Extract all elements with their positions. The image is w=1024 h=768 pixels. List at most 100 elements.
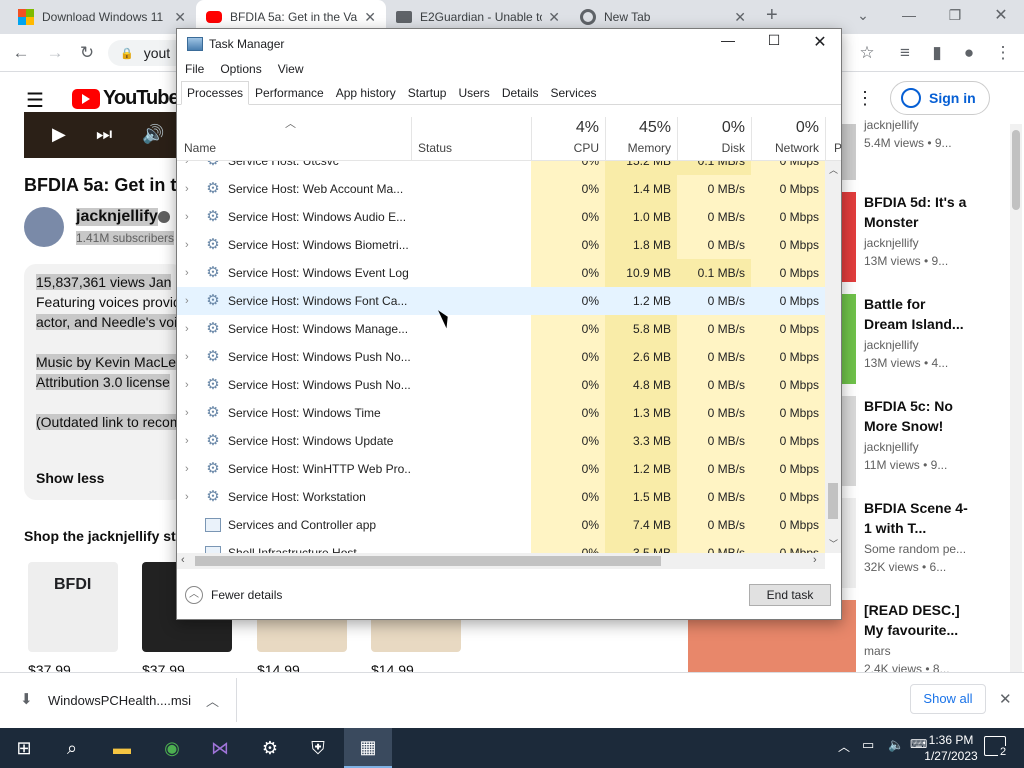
expand-chevron-icon[interactable]: › bbox=[185, 287, 189, 315]
expand-chevron-icon[interactable]: › bbox=[185, 259, 189, 287]
table-row[interactable]: › ⚙ Service Host: Windows Push No... 0% … bbox=[177, 371, 825, 399]
close-icon[interactable]: ✕ bbox=[734, 9, 746, 26]
close-icon[interactable]: ✕ bbox=[364, 9, 376, 26]
file-explorer-icon[interactable]: ▬ bbox=[98, 728, 146, 768]
sidebar-video[interactable]: BFDIA Scene 4- 1 with T... Some random p… bbox=[864, 498, 1024, 576]
merch-item[interactable]: BFDI bbox=[28, 562, 118, 652]
expand-chevron-icon[interactable]: › bbox=[185, 175, 189, 203]
scroll-thumb[interactable] bbox=[828, 483, 838, 519]
tab-performance[interactable]: Performance bbox=[249, 81, 330, 105]
end-task-button[interactable]: End task bbox=[749, 584, 831, 606]
close-icon[interactable]: ✕ bbox=[548, 9, 560, 26]
table-row[interactable]: › ⚙ Service Host: Windows Font Ca... 0% … bbox=[177, 287, 825, 315]
page-scrollbar[interactable] bbox=[1010, 124, 1022, 672]
expand-chevron-icon[interactable]: › bbox=[185, 483, 189, 511]
expand-chevron-icon[interactable]: › bbox=[185, 455, 189, 483]
video-thumbnail[interactable] bbox=[840, 498, 856, 588]
hidden-icons-chevron-icon[interactable]: ︿ bbox=[838, 738, 850, 755]
expand-chevron-icon[interactable]: › bbox=[185, 315, 189, 343]
next-icon[interactable]: ⏭ bbox=[96, 124, 112, 145]
column-name[interactable]: Name bbox=[177, 117, 411, 161]
close-window-icon[interactable]: ✕ bbox=[978, 0, 1024, 30]
settings-gear-icon[interactable]: ⚙ bbox=[246, 728, 294, 768]
search-icon[interactable]: ⌕ bbox=[48, 728, 96, 768]
task-manager-window[interactable]: Task Manager — ☐ ✕ File Options View Pro… bbox=[176, 28, 842, 620]
tab-search-chevron-icon[interactable]: ⌄ bbox=[840, 0, 886, 30]
sidebar-video[interactable]: jacknjellify 5.4M views • 9... bbox=[864, 114, 1024, 152]
sign-in-button[interactable]: Sign in bbox=[890, 81, 990, 115]
more-options-icon[interactable]: ⋮ bbox=[856, 88, 874, 109]
close-icon[interactable]: ✕ bbox=[174, 9, 186, 26]
download-filename[interactable]: WindowsPCHealth....msi bbox=[48, 693, 191, 708]
security-shield-icon[interactable]: ⛨ bbox=[294, 728, 342, 768]
table-row[interactable]: › ⚙ Service Host: Windows Manage... 0% 5… bbox=[177, 315, 825, 343]
task-manager-taskbar-icon[interactable]: ▦ bbox=[344, 728, 392, 768]
column-network[interactable]: 0% Network bbox=[751, 117, 825, 161]
horizontal-scrollbar[interactable]: ‹ › bbox=[177, 553, 825, 569]
maximize-icon[interactable]: ☐ bbox=[759, 32, 789, 49]
play-icon[interactable]: ▶ bbox=[52, 124, 66, 145]
menu-view[interactable]: View bbox=[270, 59, 312, 79]
table-row[interactable]: Shell Infrastructure Host 0% 3.5 MB 0 MB… bbox=[177, 539, 825, 553]
chrome-icon[interactable]: ◉ bbox=[148, 728, 196, 768]
expand-chevron-icon[interactable]: › bbox=[185, 427, 189, 455]
close-icon[interactable]: ✕ bbox=[999, 690, 1012, 708]
expand-chevron-icon[interactable]: › bbox=[185, 399, 189, 427]
tab-services[interactable]: Services bbox=[545, 81, 603, 105]
scroll-left-arrow-icon[interactable]: ‹ bbox=[181, 554, 185, 566]
sidebar-video[interactable]: [READ DESC.] My favourite... mars 2.4K v… bbox=[864, 600, 1024, 672]
reload-icon[interactable]: ↻ bbox=[74, 40, 100, 66]
back-arrow-icon[interactable]: ← bbox=[8, 40, 34, 66]
start-windows-icon[interactable]: ⊞ bbox=[0, 728, 48, 768]
table-row[interactable]: › ⚙ Service Host: WinHTTP Web Pro... 0% … bbox=[177, 455, 825, 483]
close-icon[interactable]: ✕ bbox=[805, 32, 835, 52]
fewer-details-link[interactable]: Fewer details bbox=[211, 588, 282, 602]
minimize-icon[interactable]: — bbox=[713, 32, 743, 48]
video-player-controls[interactable]: ▶ ⏭ 🔊 bbox=[24, 112, 184, 158]
youtube-logo[interactable]: YouTube bbox=[72, 87, 180, 110]
side-panel-icon[interactable]: ▮ bbox=[924, 40, 950, 66]
video-thumbnail[interactable] bbox=[840, 396, 856, 486]
hamburger-menu-icon[interactable]: ☰ bbox=[26, 88, 44, 113]
scroll-thumb[interactable] bbox=[1012, 130, 1020, 210]
clock-time[interactable]: 1:36 PM bbox=[922, 733, 980, 747]
table-row[interactable]: › ⚙ Service Host: Windows Update 0% 3.3 … bbox=[177, 427, 825, 455]
sidebar-video[interactable]: Battle for Dream Island... jacknjellify … bbox=[864, 294, 1024, 372]
chrome-menu-icon[interactable]: ⋮ bbox=[990, 40, 1016, 66]
column-power[interactable]: P bbox=[825, 117, 842, 161]
video-thumbnail[interactable] bbox=[840, 192, 856, 282]
bookmark-star-icon[interactable]: ☆ bbox=[854, 40, 880, 66]
visual-studio-icon[interactable]: ⋈ bbox=[196, 728, 244, 768]
show-all-button[interactable]: Show all bbox=[910, 684, 986, 714]
sidebar-video[interactable]: BFDIA 5d: It's a Monster jacknjellify 13… bbox=[864, 192, 1024, 270]
expand-chevron-icon[interactable]: › bbox=[185, 343, 189, 371]
scroll-down-arrow-icon[interactable]: ﹀ bbox=[829, 537, 838, 550]
expand-chevron-icon[interactable]: › bbox=[185, 371, 189, 399]
minimize-icon[interactable]: — bbox=[886, 0, 932, 30]
tab-details[interactable]: Details bbox=[496, 81, 545, 105]
table-row[interactable]: › ⚙ Service Host: Windows Audio E... 0% … bbox=[177, 203, 825, 231]
clock-date[interactable]: 1/27/2023 bbox=[922, 749, 980, 763]
table-row[interactable]: › ⚙ Service Host: Windows Push No... 0% … bbox=[177, 343, 825, 371]
network-icon[interactable]: ▭ bbox=[862, 737, 874, 753]
scroll-up-arrow-icon[interactable]: ︿ bbox=[829, 163, 838, 176]
tab-users[interactable]: Users bbox=[452, 81, 495, 105]
tab-processes[interactable]: Processes bbox=[181, 81, 250, 105]
channel-name[interactable]: jacknjellify bbox=[76, 208, 158, 226]
tab-startup[interactable]: Startup bbox=[402, 81, 453, 105]
table-row[interactable]: Services and Controller app 0% 7.4 MB 0 … bbox=[177, 511, 825, 539]
table-row[interactable]: › ⚙ Service Host: Windows Event Log 0% 1… bbox=[177, 259, 825, 287]
new-tab-button[interactable]: + bbox=[766, 4, 778, 27]
table-row[interactable]: › ⚙ Service Host: Workstation 0% 1.5 MB … bbox=[177, 483, 825, 511]
volume-icon[interactable]: 🔊 bbox=[142, 124, 164, 145]
column-cpu[interactable]: 4% CPU bbox=[531, 117, 605, 161]
column-disk[interactable]: 0% Disk bbox=[677, 117, 751, 161]
tab-app-history[interactable]: App history bbox=[330, 81, 402, 105]
media-queue-icon[interactable]: ≡ bbox=[892, 40, 918, 66]
volume-icon[interactable]: 🔈 bbox=[888, 737, 904, 753]
tab-download-windows[interactable]: Download Windows 11 ✕ bbox=[8, 0, 196, 34]
show-less-button[interactable]: Show less bbox=[36, 470, 104, 486]
profile-icon[interactable]: ● bbox=[956, 40, 982, 66]
expand-chevron-icon[interactable]: › bbox=[185, 203, 189, 231]
scroll-right-arrow-icon[interactable]: › bbox=[813, 554, 817, 566]
